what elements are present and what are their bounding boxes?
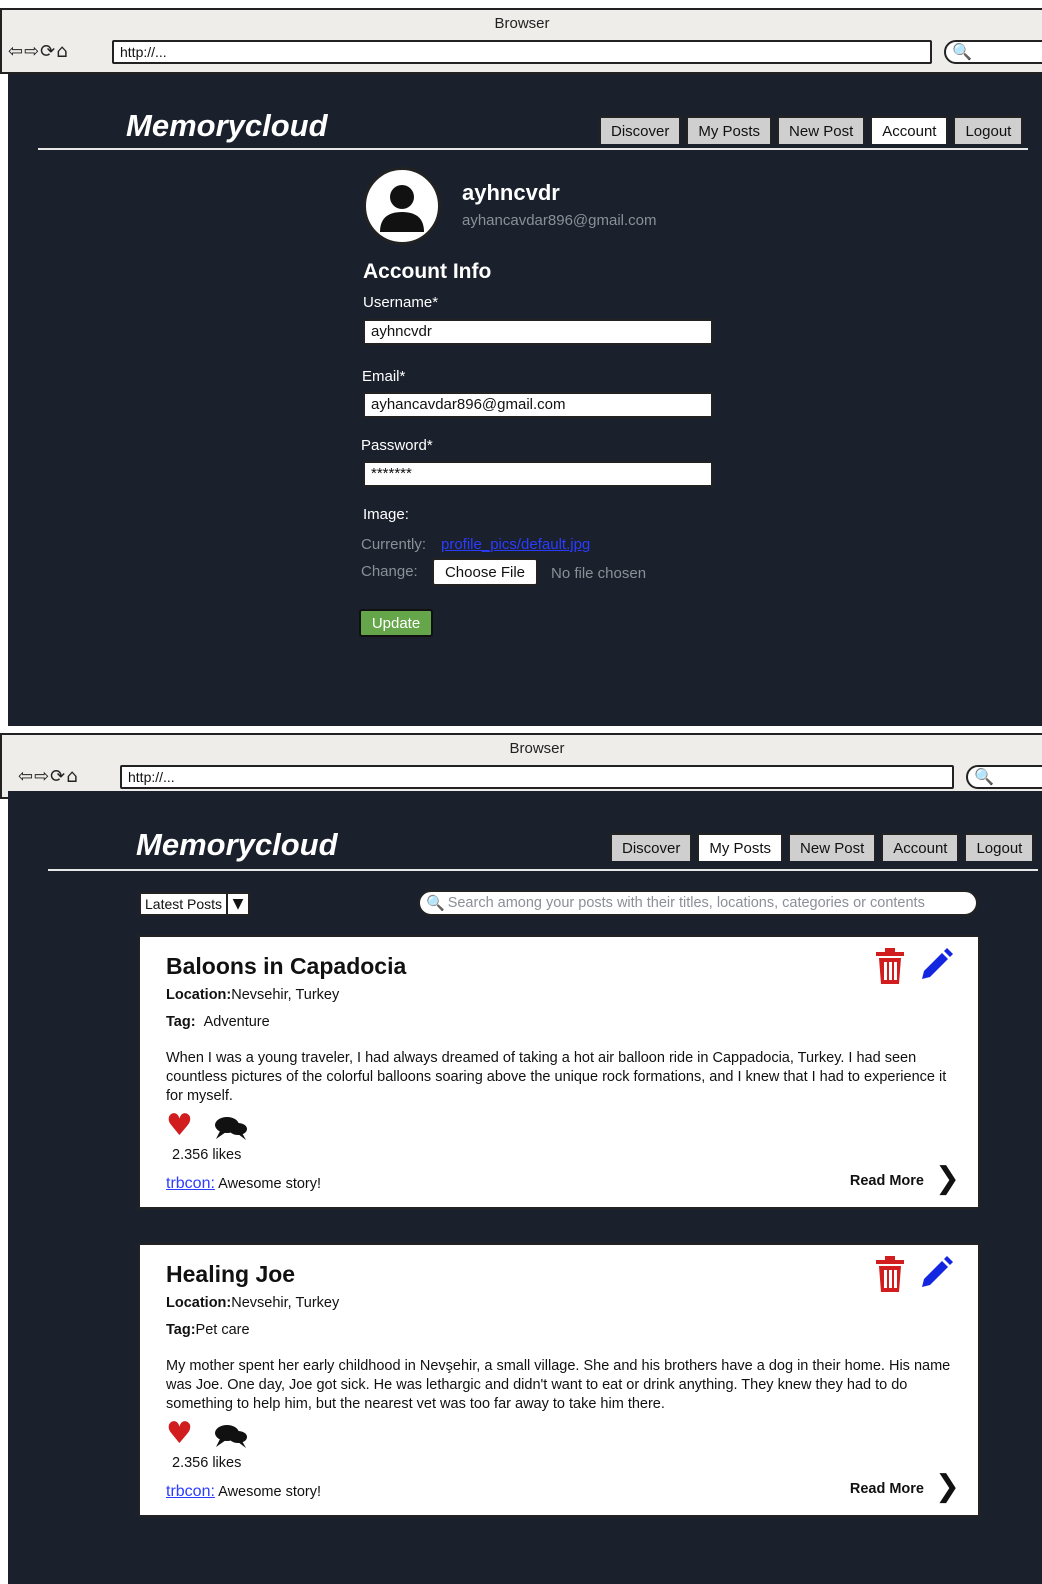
post-tag: Tag:Pet care: [166, 1322, 250, 1338]
comment-username[interactable]: trbcon:: [166, 1483, 215, 1500]
trash-icon[interactable]: [874, 947, 906, 990]
latest-comment: trbcon: Awesome story!: [166, 1483, 321, 1501]
password-label: Password*: [361, 437, 433, 454]
comment-icon[interactable]: [214, 1423, 248, 1454]
post-card: Baloons in Capadocia Location:Nevsehir, …: [138, 935, 980, 1209]
post-search-placeholder: Search among your posts with their title…: [447, 895, 925, 911]
chevron-down-icon: ▼: [232, 896, 244, 912]
tag-label: Tag:: [166, 1322, 196, 1338]
no-file-text: No file chosen: [551, 565, 647, 582]
pencil-icon[interactable]: [918, 945, 954, 986]
like-count: 2.356 likes: [172, 1147, 242, 1163]
email-label: Email*: [362, 368, 406, 385]
account-page: Memorycloud Discover My Posts New Post A…: [8, 74, 1042, 726]
tab-my-posts[interactable]: My Posts: [697, 833, 784, 861]
browser-nav-icons[interactable]: ⇦⇨⟳⌂: [18, 766, 79, 787]
tab-discover[interactable]: Discover: [610, 833, 693, 861]
logo[interactable]: Memorycloud: [136, 827, 338, 863]
change-label: Change:: [361, 563, 418, 580]
pencil-icon[interactable]: [918, 1253, 954, 1294]
browser-search-icon[interactable]: 🔍: [944, 40, 1042, 64]
post-search-input[interactable]: 🔍 Search among your posts with their tit…: [418, 890, 978, 916]
tag-value: Adventure: [203, 1014, 270, 1030]
comment-icon[interactable]: [214, 1115, 248, 1146]
location-value: Nevsehir, Turkey: [231, 987, 340, 1003]
currently-label: Currently:: [361, 536, 427, 553]
tab-new-post[interactable]: New Post: [777, 116, 866, 144]
email-field[interactable]: ayhancavdar896@gmail.com: [363, 392, 713, 418]
location-value: Nevsehir, Turkey: [231, 1295, 340, 1311]
heart-icon[interactable]: ♥: [166, 1111, 193, 1141]
header-divider: [48, 869, 1038, 871]
sort-select[interactable]: Latest Posts ▼: [139, 892, 251, 916]
password-field[interactable]: *******: [363, 461, 713, 487]
chevron-right-icon[interactable]: ❯: [935, 1472, 960, 1502]
posts-browser-window: Browser ⇦⇨⟳⌂ http://... 🔍 Memorycloud Di…: [0, 733, 1042, 1584]
location-label: Location:: [166, 987, 232, 1003]
user-icon: [380, 185, 424, 232]
post-card: Healing Joe Location:Nevsehir, Turkey Ta…: [138, 1243, 980, 1517]
image-label: Image:: [363, 506, 409, 523]
heart-icon[interactable]: ♥: [166, 1419, 193, 1449]
tag-value: Pet care: [195, 1322, 250, 1338]
nav-tabs: Discover My Posts New Post Account Logou…: [594, 116, 1024, 144]
header-divider: [38, 148, 1028, 150]
post-body: When I was a young traveler, I had alway…: [166, 1050, 947, 1104]
browser-nav-icons[interactable]: ⇦⇨⟳⌂: [8, 41, 69, 62]
browser-search-icon[interactable]: 🔍: [966, 765, 1042, 789]
url-bar[interactable]: http://...: [120, 765, 954, 789]
comment-text: Awesome story!: [218, 1484, 322, 1500]
avatar: [363, 167, 441, 245]
chevron-right-icon[interactable]: ❯: [935, 1164, 960, 1194]
post-location: Location:Nevsehir, Turkey: [166, 987, 339, 1003]
tab-logout[interactable]: Logout: [953, 116, 1024, 144]
logo[interactable]: Memorycloud: [126, 108, 328, 144]
url-bar[interactable]: http://...: [112, 40, 932, 64]
like-count: 2.356 likes: [172, 1455, 242, 1471]
latest-comment: trbcon: Awesome story!: [166, 1175, 321, 1193]
post-title[interactable]: Baloons in Capadocia: [166, 953, 406, 980]
comment-username[interactable]: trbcon:: [166, 1175, 215, 1192]
post-body: My mother spent her early childhood in N…: [166, 1358, 951, 1412]
tab-new-post[interactable]: New Post: [788, 833, 877, 861]
read-more-link[interactable]: Read More: [850, 1173, 924, 1189]
trash-icon[interactable]: [874, 1255, 906, 1298]
browser-chrome: Browser ⇦⇨⟳⌂ http://... 🔍: [0, 8, 1042, 74]
read-more-link[interactable]: Read More: [850, 1481, 924, 1497]
tab-account[interactable]: Account: [881, 833, 960, 861]
tab-my-posts[interactable]: My Posts: [686, 116, 773, 144]
comment-text: Awesome story!: [218, 1176, 322, 1192]
username-field[interactable]: ayhncvdr: [363, 319, 713, 345]
post-location: Location:Nevsehir, Turkey: [166, 1295, 339, 1311]
choose-file-button[interactable]: Choose File: [432, 558, 538, 586]
browser-title: Browser: [509, 740, 565, 757]
profile-username: ayhncvdr: [462, 180, 560, 205]
my-posts-page: Memorycloud Discover My Posts New Post A…: [8, 791, 1042, 1584]
account-browser-window: Browser ⇦⇨⟳⌂ http://... 🔍 Memorycloud Di…: [0, 8, 1042, 726]
sort-selected-value: Latest Posts: [141, 894, 229, 914]
post-tag: Tag: Adventure: [166, 1014, 270, 1030]
profile-email: ayhancavdar896@gmail.com: [462, 212, 657, 229]
tab-discover[interactable]: Discover: [599, 116, 682, 144]
current-image-link[interactable]: profile_pics/default.jpg: [441, 536, 590, 553]
browser-chrome: Browser ⇦⇨⟳⌂ http://... 🔍: [0, 733, 1042, 799]
tab-account[interactable]: Account: [870, 116, 949, 144]
tab-logout[interactable]: Logout: [964, 833, 1035, 861]
location-label: Location:: [166, 1295, 232, 1311]
username-label: Username*: [363, 294, 439, 311]
post-title[interactable]: Healing Joe: [166, 1261, 295, 1288]
nav-tabs: Discover My Posts New Post Account Logou…: [605, 833, 1035, 861]
browser-title: Browser: [494, 15, 550, 32]
search-icon: 🔍: [426, 894, 445, 912]
section-title: Account Info: [363, 260, 492, 283]
tag-label: Tag:: [166, 1014, 196, 1030]
update-button[interactable]: Update: [359, 609, 433, 637]
